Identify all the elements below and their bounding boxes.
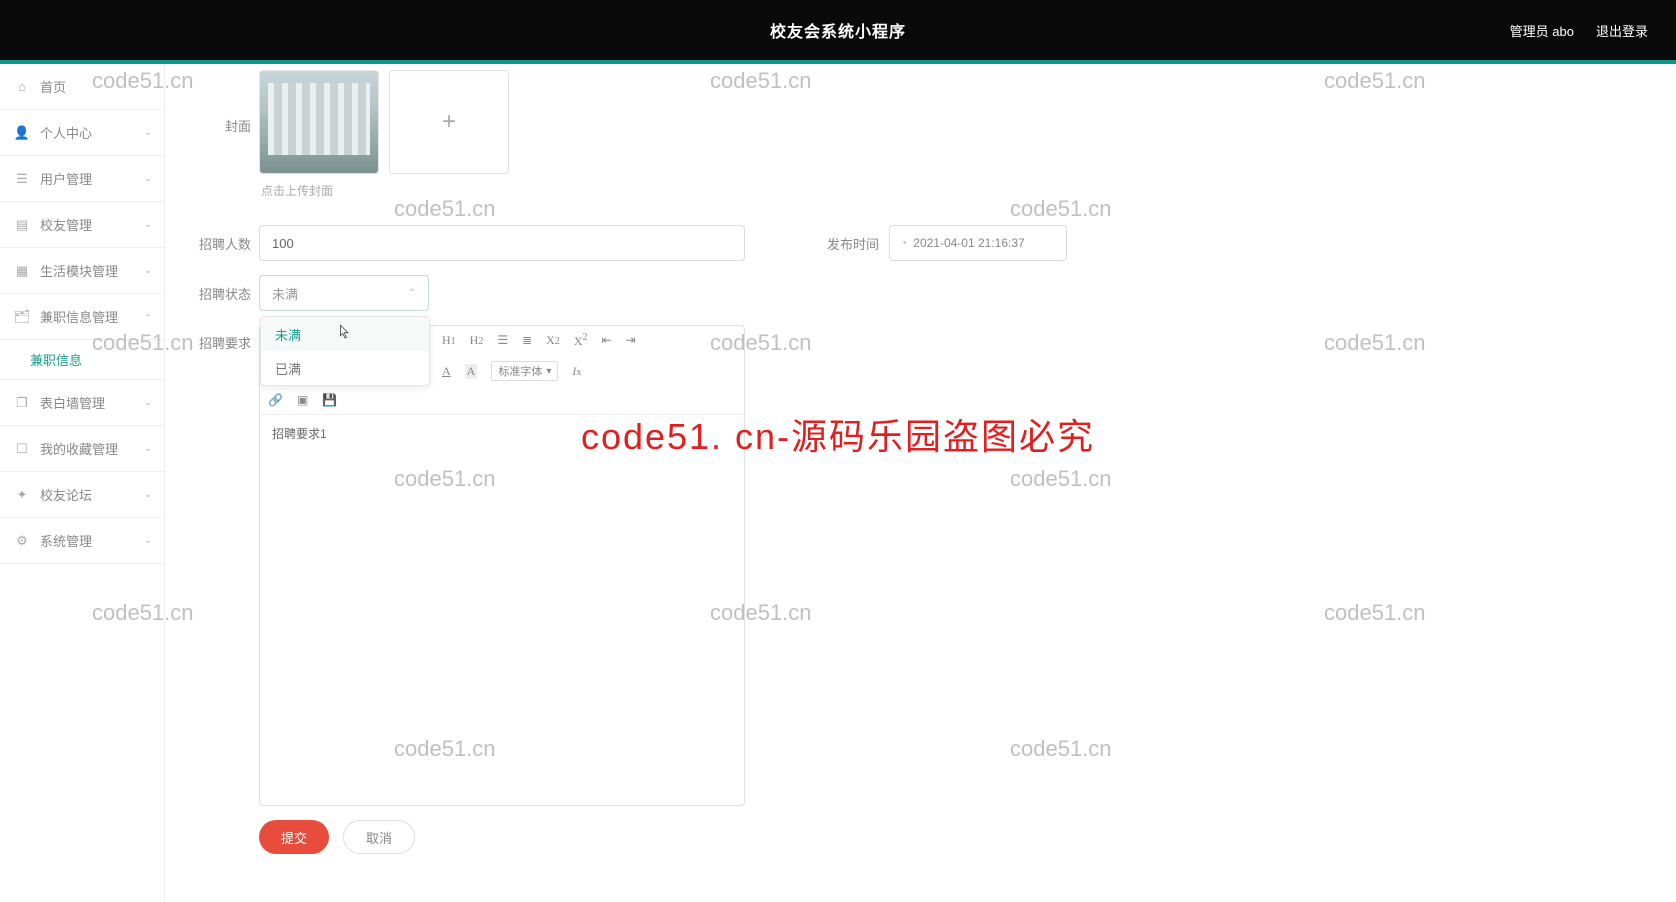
sidebar-label: 系统管理 [40,531,92,550]
chevron-down-icon: ⌄ [144,489,152,500]
editor-content: 招聘要求1 [272,427,327,441]
rich-editor: H1 H2 ☰ ≣ X2 X2 ⇤ ⇥ A A 标准字体▾ Ix 🔗 ▣ 💾 [259,325,745,806]
editor-body[interactable]: 招聘要求1 [260,415,744,805]
req-row: 招聘要求 H1 H2 ☰ ≣ X2 X2 ⇤ ⇥ A A 标准字体▾ Ix 🔗 [195,325,1676,806]
cancel-button[interactable]: 取消 [343,820,415,854]
sidebar-label: 用户管理 [40,169,92,188]
main-content: 封面 + 点击上传封面 招聘人数 发布时间 ◔ 2021-04-01 21:16… [165,64,1676,902]
count-input[interactable] [259,225,745,261]
sidebar-label: 兼职信息管理 [40,307,118,326]
sidebar-label: 我的收藏管理 [40,439,118,458]
font-color-icon[interactable]: A [442,364,451,379]
italic-icon[interactable]: Ix [572,364,581,379]
chevron-down-icon: ⌄ [144,535,152,546]
sidebar-item-alumni[interactable]: ▤ 校友管理 ⌄ [0,202,164,248]
app-header: 校友会系统小程序 管理员 abo 退出登录 [0,0,1676,60]
publish-group: 发布时间 ◔ 2021-04-01 21:16:37 [827,225,1067,261]
home-icon: ⌂ [14,80,30,94]
sidebar-item-personal[interactable]: 👤 个人中心 ⌄ [0,110,164,156]
briefcase-icon: 🗂 [14,310,30,324]
list-ul-icon[interactable]: ☰ [497,333,508,348]
sidebar-item-system[interactable]: ⚙ 系统管理 ⌄ [0,518,164,564]
superscript-icon[interactable]: X2 [574,332,588,349]
sidebar-item-users[interactable]: ☰ 用户管理 ⌄ [0,156,164,202]
chevron-down-icon: ⌄ [144,443,152,454]
list-icon: ▤ [14,218,30,232]
cursor-icon [339,324,351,340]
cover-label: 封面 [195,70,251,135]
chevron-down-icon: ⌄ [144,173,152,184]
sidebar-label: 校友论坛 [40,485,92,504]
sidebar-label: 校友管理 [40,215,92,234]
user-icon: 👤 [14,126,30,140]
logout-link[interactable]: 退出登录 [1596,21,1648,40]
add-cover-button[interactable]: + [389,70,509,174]
font-family-select[interactable]: 标准字体▾ [491,361,558,381]
h2-icon[interactable]: H2 [470,333,484,348]
save-icon[interactable]: 💾 [322,393,337,408]
publish-label: 发布时间 [827,234,879,253]
gear-icon: ⚙ [14,534,30,548]
admin-label[interactable]: 管理员 abo [1510,21,1574,40]
sidebar-item-life[interactable]: ▦ 生活模块管理 ⌄ [0,248,164,294]
sidebar-item-forum[interactable]: ✦ 校友论坛 ⌄ [0,472,164,518]
sidebar-label: 生活模块管理 [40,261,118,280]
action-row: 提交 取消 [259,820,1676,854]
sidebar-sub-parttime-info[interactable]: 兼职信息 [0,340,164,380]
count-row: 招聘人数 发布时间 ◔ 2021-04-01 21:16:37 [195,225,1676,261]
publish-datetime-input[interactable]: ◔ 2021-04-01 21:16:37 [889,225,1067,261]
cover-row: 封面 + [195,70,1676,174]
list-ol-icon[interactable]: ≣ [522,333,532,348]
chevron-down-icon: ⌄ [144,127,152,138]
count-label: 招聘人数 [195,234,251,253]
sidebar-item-parttime[interactable]: 🗂 兼职信息管理 ⌄ [0,294,164,340]
chevron-up-icon: ⌃ [408,288,416,299]
chevron-down-icon: ⌄ [144,397,152,408]
submit-button[interactable]: 提交 [259,820,329,854]
chevron-down-icon: ⌄ [144,219,152,230]
sidebar-label: 首页 [40,77,66,96]
copy-icon: ❐ [14,396,30,410]
app-title: 校友会系统小程序 [770,18,906,42]
sidebar-sub-label: 兼职信息 [30,350,82,369]
sidebar-home[interactable]: ⌂ 首页 [0,64,164,110]
link-icon[interactable]: 🔗 [268,393,283,408]
chat-icon: ☐ [14,442,30,456]
cover-thumbnail[interactable] [259,70,379,174]
indent-icon[interactable]: ⇥ [626,333,636,348]
h1-icon[interactable]: H1 [442,333,456,348]
upload-hint: 点击上传封面 [261,182,1676,199]
subscript-icon[interactable]: X2 [546,333,560,348]
option-label: 未满 [275,325,301,344]
status-row: 招聘状态 未满 ⌃ 未满 已满 [195,275,1676,311]
image-icon[interactable]: ▣ [297,393,308,408]
req-label: 招聘要求 [195,325,251,352]
sidebar-label: 个人中心 [40,123,92,142]
sidebar-label: 表白墙管理 [40,393,105,412]
outdent-icon[interactable]: ⇤ [602,333,612,348]
globe-icon: ✦ [14,488,30,502]
status-selected: 未满 [272,284,298,303]
chevron-down-icon: ⌄ [144,265,152,276]
status-dropdown: 未满 已满 [260,316,430,386]
grid-icon: ▦ [14,264,30,278]
option-label: 已满 [275,359,301,378]
users-icon: ☰ [14,172,30,186]
sidebar-item-fav[interactable]: ☐ 我的收藏管理 ⌄ [0,426,164,472]
chevron-up-icon: ⌄ [144,311,152,322]
header-right: 管理员 abo 退出登录 [1510,21,1648,40]
status-option-full[interactable]: 已满 [261,351,429,385]
plus-icon: + [442,108,456,136]
sidebar-item-confess[interactable]: ❐ 表白墙管理 ⌄ [0,380,164,426]
bg-color-icon[interactable]: A [465,364,478,379]
status-option-notfull[interactable]: 未满 [261,317,429,351]
clock-icon: ◔ [900,236,907,250]
status-select[interactable]: 未满 ⌃ 未满 已满 [259,275,429,311]
sidebar: ⌂ 首页 👤 个人中心 ⌄ ☰ 用户管理 ⌄ ▤ 校友管理 ⌄ ▦ 生活模块管理… [0,64,165,902]
publish-value: 2021-04-01 21:16:37 [913,236,1024,250]
status-label: 招聘状态 [195,284,251,303]
